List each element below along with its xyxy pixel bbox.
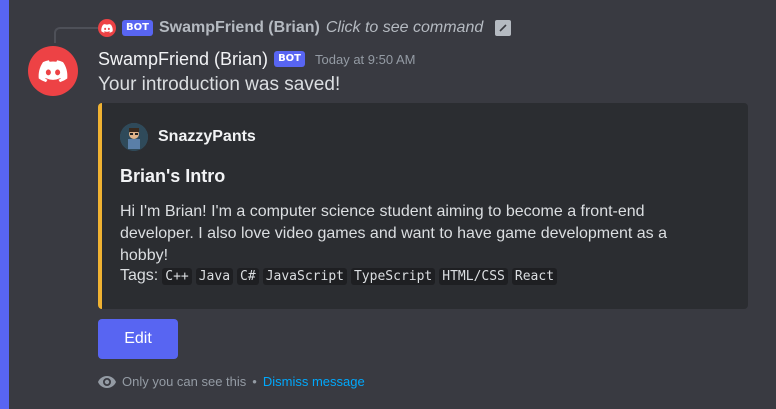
username[interactable]: SwampFriend (Brian) xyxy=(98,49,268,70)
message-header: SwampFriend (Brian) BOT Today at 9:50 AM xyxy=(98,46,415,72)
author-avatar xyxy=(120,123,148,151)
dismiss-message-link[interactable]: Dismiss message xyxy=(263,374,365,389)
embed: SnazzyPants Brian's Intro Hi I'm Brian! … xyxy=(98,103,748,309)
separator: • xyxy=(252,374,257,389)
tags-label: Tags: xyxy=(120,267,159,284)
command-hint[interactable]: Click to see command xyxy=(326,19,483,37)
embed-description: Hi I'm Brian! I'm a computer science stu… xyxy=(120,203,668,264)
embed-title: Brian's Intro xyxy=(120,166,226,186)
tag: JavaScript xyxy=(262,267,347,285)
highlight-bar xyxy=(0,0,9,409)
tag: Java xyxy=(195,267,234,285)
edit-button[interactable]: Edit xyxy=(98,319,178,359)
reply-spine xyxy=(54,27,98,43)
reply-username[interactable]: SwampFriend (Brian) xyxy=(159,19,320,37)
reply-reference[interactable]: BOT SwampFriend (Brian) Click to see com… xyxy=(98,16,512,40)
bot-tag: BOT xyxy=(122,20,153,36)
tag: TypeScript xyxy=(350,267,436,285)
embed-author: SnazzyPants xyxy=(120,123,256,151)
reply-avatar-discord-icon[interactable] xyxy=(98,19,116,37)
ephemeral-text: Only you can see this xyxy=(122,374,247,389)
tag: HTML/CSS xyxy=(439,267,508,285)
tag: C++ xyxy=(162,267,192,285)
avatar[interactable] xyxy=(28,46,78,96)
tag: C# xyxy=(237,267,259,285)
timestamp[interactable]: Today at 9:50 AM xyxy=(315,52,415,67)
author-name: SnazzyPants xyxy=(158,128,256,145)
discord-logo-icon xyxy=(38,59,68,82)
bot-tag: BOT xyxy=(274,51,306,67)
ephemeral-notice: Only you can see this • Dismiss message xyxy=(98,374,365,389)
command-icon[interactable] xyxy=(495,20,512,36)
tag: React xyxy=(511,267,558,285)
tags-row: Tags: C++ Java C# JavaScript TypeScript … xyxy=(120,267,558,285)
message-content: Your introduction was saved! xyxy=(98,74,341,95)
eye-icon xyxy=(98,375,116,388)
